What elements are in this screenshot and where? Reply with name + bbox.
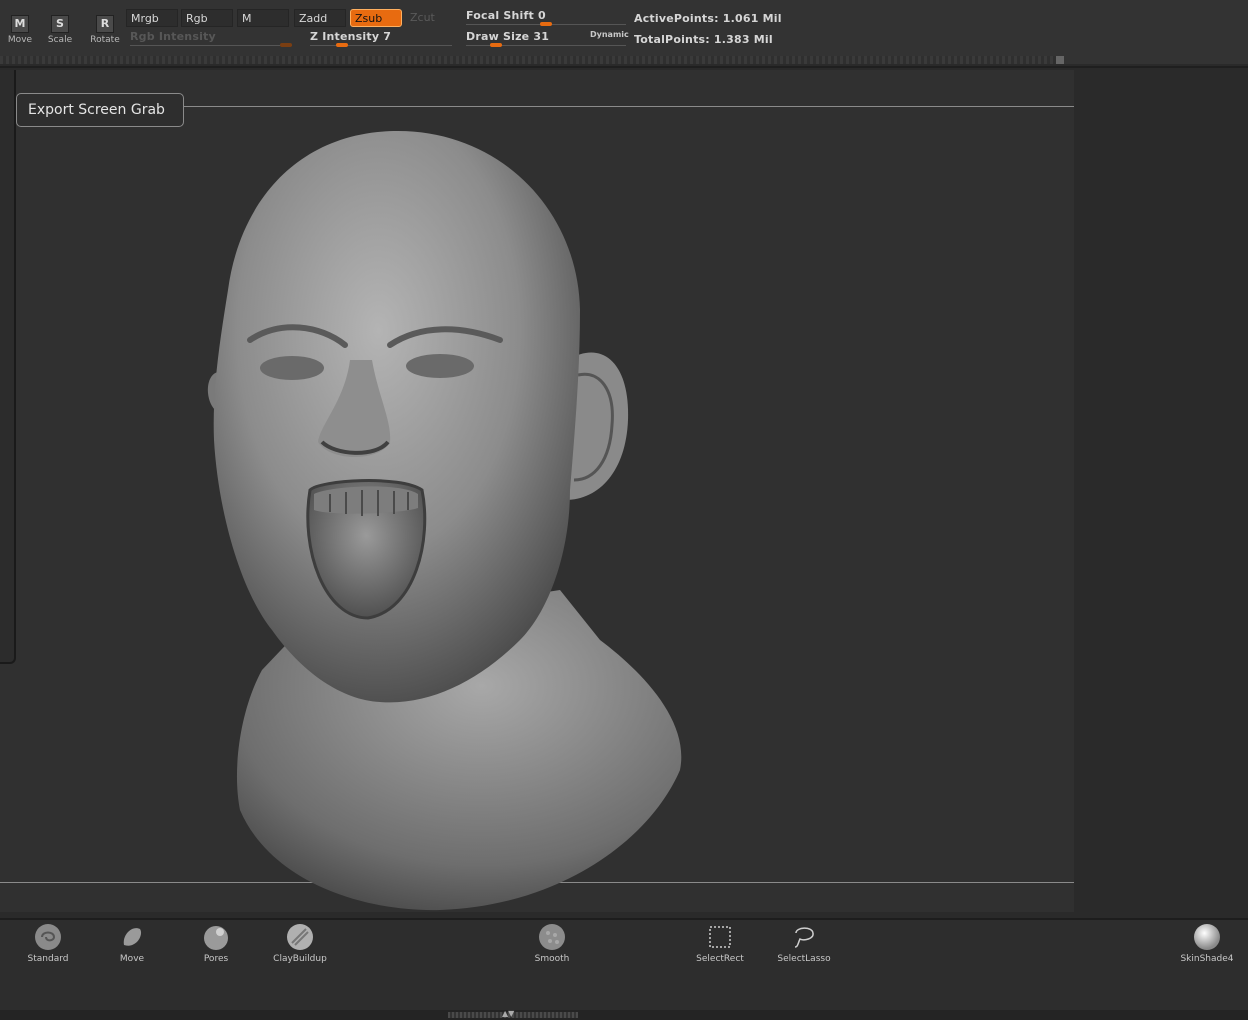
- material-button[interactable]: SkinShade4: [1168, 921, 1246, 965]
- focal-shift-label: Focal Shift: [466, 9, 534, 22]
- head-sculpt-model[interactable]: [0, 70, 1074, 912]
- move-tool[interactable]: M Move: [0, 12, 40, 45]
- mrgb-button[interactable]: Mrgb: [126, 9, 178, 27]
- scale-tool[interactable]: S Scale: [40, 12, 80, 45]
- move-brush-icon: [123, 928, 142, 946]
- rotate-key-icon: R: [96, 15, 114, 33]
- draw-size-thumb[interactable]: [490, 43, 502, 47]
- draw-size-value: 31: [533, 30, 550, 43]
- select-lasso-icon: [794, 927, 814, 948]
- focal-shift-value: 0: [537, 9, 546, 22]
- smooth-brush-button[interactable]: Smooth: [513, 921, 591, 965]
- move-tool-label: Move: [7, 35, 33, 45]
- rgb-intensity-track[interactable]: [130, 45, 292, 46]
- rgb-intensity-thumb[interactable]: [280, 43, 292, 47]
- move-brush-button[interactable]: Move: [93, 921, 171, 965]
- claybuildup-brush-icon: [287, 924, 313, 950]
- selectlasso-label: SelectLasso: [777, 954, 831, 964]
- pores-brush-label: Pores: [203, 954, 229, 964]
- active-points-readout: ActivePoints: 1.061 Mil: [634, 12, 782, 25]
- pores-brush-icon: [204, 926, 228, 950]
- z-intensity-slider[interactable]: Z Intensity 7: [310, 30, 391, 43]
- rotate-tool-label: Rotate: [90, 35, 120, 45]
- material-sphere-icon: [1194, 924, 1220, 950]
- z-intensity-value: 7: [383, 30, 392, 43]
- pores-brush-button[interactable]: Pores: [177, 921, 255, 965]
- standard-brush-icon: [35, 924, 61, 950]
- zcut-button[interactable]: Zcut: [406, 9, 458, 27]
- scale-tool-label: Scale: [47, 35, 73, 45]
- zsub-button[interactable]: Zsub: [350, 9, 402, 27]
- claybuildup-brush-label: ClayBuildup: [273, 954, 327, 964]
- total-points-readout: TotalPoints: 1.383 Mil: [634, 33, 773, 46]
- export-screen-grab-button[interactable]: Export Screen Grab: [16, 93, 184, 127]
- toolbar-divider: [0, 56, 1060, 64]
- draw-size-label: Draw Size: [466, 30, 530, 43]
- dynamic-toggle[interactable]: Dynamic: [590, 30, 629, 39]
- top-toolbar: M Move S Scale R Rotate Mrgb Rgb M Zadd …: [0, 0, 1248, 64]
- focal-shift-slider[interactable]: Focal Shift 0: [466, 9, 546, 22]
- document-canvas[interactable]: [0, 70, 1074, 912]
- standard-brush-label: Standard: [27, 954, 69, 964]
- selectrect-button[interactable]: SelectRect: [681, 921, 759, 965]
- smooth-brush-icon: [539, 924, 565, 950]
- smooth-brush-label: Smooth: [534, 954, 570, 964]
- rotate-tool[interactable]: R Rotate: [85, 12, 125, 45]
- selectlasso-button[interactable]: SelectLasso: [765, 921, 843, 965]
- toolbar-bottom-border: [0, 66, 1248, 68]
- material-label: SkinShade4: [1180, 954, 1234, 964]
- z-intensity-thumb[interactable]: [336, 43, 348, 47]
- scale-key-icon: S: [51, 15, 69, 33]
- rgb-intensity-label: Rgb Intensity: [130, 30, 216, 43]
- focal-shift-thumb[interactable]: [540, 22, 552, 26]
- rgb-button[interactable]: Rgb: [181, 9, 233, 27]
- z-intensity-label: Z Intensity: [310, 30, 380, 43]
- rgb-intensity-slider[interactable]: Rgb Intensity: [130, 30, 216, 43]
- left-tray-edge[interactable]: [0, 70, 16, 664]
- standard-brush-button[interactable]: Standard: [9, 921, 87, 965]
- selectrect-label: SelectRect: [696, 954, 744, 964]
- move-key-icon: M: [11, 15, 29, 33]
- z-intensity-track[interactable]: [310, 45, 452, 46]
- expand-arrows-icon[interactable]: ▲▼: [502, 1010, 514, 1018]
- draw-size-slider[interactable]: Draw Size 31: [466, 30, 549, 43]
- zadd-button[interactable]: Zadd: [294, 9, 346, 27]
- bottom-strip: [0, 1010, 1248, 1020]
- claybuildup-brush-button[interactable]: ClayBuildup: [261, 921, 339, 965]
- move-brush-label: Move: [119, 954, 145, 964]
- toolbar-corner-handle[interactable]: [1056, 56, 1064, 64]
- select-rect-icon: [709, 926, 731, 948]
- m-button[interactable]: M: [237, 9, 289, 27]
